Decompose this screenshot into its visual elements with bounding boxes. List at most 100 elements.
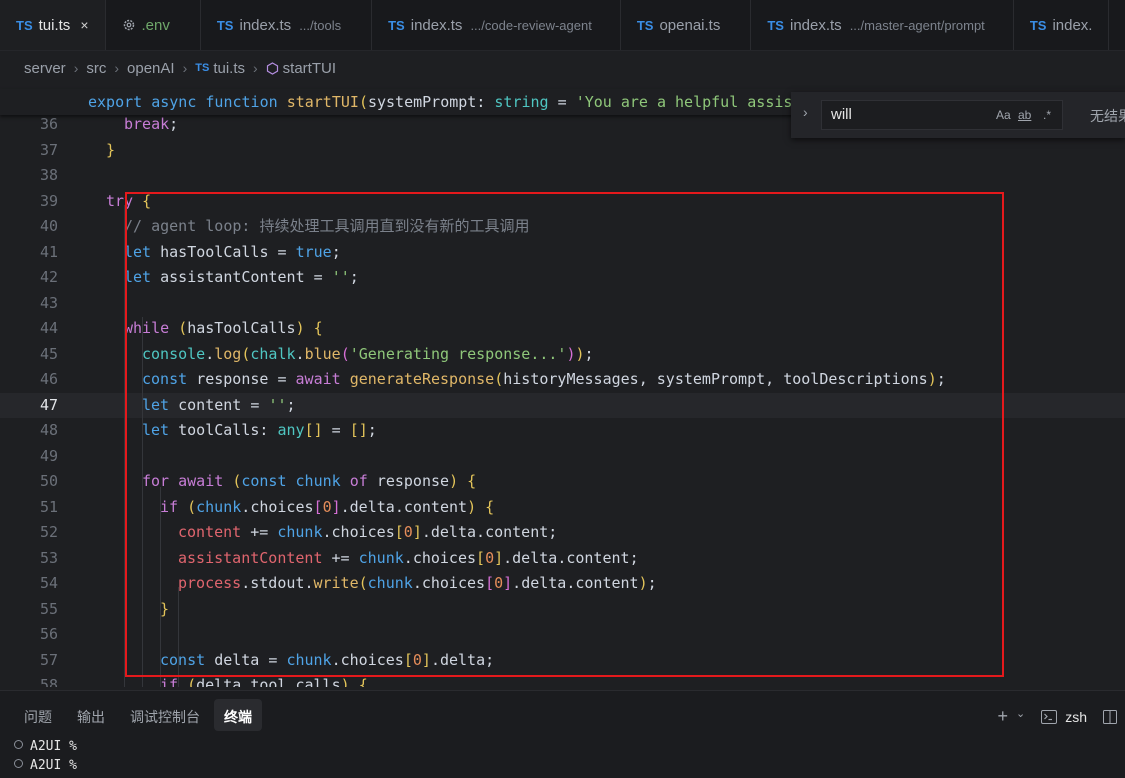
code-token: { — [358, 676, 368, 687]
add-terminal-icon[interactable]: + — [997, 706, 1008, 727]
line-number: 40 — [39, 217, 58, 235]
chevron-down-icon[interactable]: ⌄ — [1016, 707, 1025, 720]
line-number: 50 — [39, 472, 58, 490]
breadcrumb-item-server[interactable]: server — [24, 60, 66, 77]
code-token: ) — [340, 676, 350, 687]
line-number: 53 — [39, 548, 58, 567]
code-token: if — [160, 676, 179, 687]
match-case-icon[interactable]: Aa — [996, 108, 1011, 122]
tab-debug-console[interactable]: 调试控制台 — [130, 707, 200, 727]
line-number: 57 — [39, 650, 58, 669]
bracket: ( — [358, 93, 368, 111]
code-text: } — [106, 138, 115, 164]
line-number: 44 — [39, 319, 58, 337]
line-number: 46 — [39, 370, 58, 388]
breadcrumb-item-openai[interactable]: openAI — [127, 60, 175, 77]
typescript-file-icon: TS — [388, 17, 405, 33]
tab-label: index.ts — [239, 16, 292, 34]
shell-name[interactable]: zsh — [1065, 709, 1087, 725]
method-symbol-icon — [266, 61, 278, 75]
tab-index-master-agent-prompt[interactable]: TS index.ts .../master-agent/prompt — [751, 0, 1014, 50]
code-token: delta — [196, 676, 242, 687]
typescript-file-icon: TS — [16, 17, 33, 33]
gear-icon — [123, 19, 134, 31]
highlight-box — [125, 192, 1004, 677]
code-line[interactable]: 38 — [0, 163, 1125, 189]
line-number: 43 — [39, 293, 58, 312]
breadcrumb-item-symbol[interactable]: startTUI — [283, 60, 336, 77]
line-number: 52 — [39, 523, 58, 541]
tab-label: openai.ts — [659, 16, 721, 34]
regex-icon[interactable]: .* — [1043, 108, 1051, 122]
keyword: async — [151, 93, 197, 111]
terminal-icon — [1041, 709, 1058, 724]
line-number: 42 — [39, 268, 58, 286]
tab-label: index.ts — [789, 16, 842, 34]
chevron-right-icon: › — [114, 60, 120, 76]
line-number: 37 — [39, 140, 58, 159]
circle-icon — [14, 759, 23, 768]
parameter: systemPrompt — [367, 93, 477, 111]
breadcrumb-item-file[interactable]: tui.ts — [213, 60, 245, 77]
colon: : — [476, 93, 486, 111]
circle-icon — [14, 740, 23, 749]
code-token: break — [124, 117, 170, 133]
string: 'You are a helpful assis — [575, 93, 793, 111]
code-token: ( — [187, 676, 197, 687]
find-result-count: 无结果 — [1090, 108, 1125, 124]
typescript-file-icon: TS — [636, 17, 654, 33]
tab-output[interactable]: 输出 — [77, 707, 105, 727]
line-number: 55 — [39, 599, 58, 618]
line-number: 58 — [39, 676, 58, 687]
chevron-right-icon: › — [182, 60, 188, 76]
tab-openai-ts[interactable]: TS openai.ts — [621, 0, 752, 50]
bottom-panel: 问题 输出 调试控制台 终端 + ⌄ zsh A2UI % A2UI % — [0, 690, 1125, 778]
terminal-prompt: A2UI % — [30, 739, 77, 754]
tab-index-code-review-agent[interactable]: TS index.ts .../code-review-agent — [372, 0, 621, 50]
tab-tui-ts[interactable]: TS tui.ts × — [0, 0, 106, 50]
find-widget: › will Aa ab .* 无结果 — [791, 92, 1125, 138]
typescript-file-icon: TS — [1029, 17, 1047, 33]
code-line[interactable]: 37} — [0, 138, 1125, 164]
terminal-line: A2UI % — [14, 739, 77, 754]
tab-path: .../tools — [299, 17, 342, 33]
breadcrumb: server › src › openAI › TS tui.ts › star… — [24, 58, 336, 78]
terminal-line: A2UI % — [14, 758, 77, 773]
tab-path: .../code-review-agent — [470, 17, 592, 33]
tab-index-truncated[interactable]: TS index. — [1014, 0, 1110, 50]
typescript-file-icon: TS — [216, 17, 234, 33]
keyword: function — [205, 93, 278, 111]
code-token: tool_calls — [250, 676, 341, 687]
line-number: 47 — [39, 395, 58, 414]
line-number: 49 — [39, 446, 58, 465]
line-number: 56 — [39, 625, 58, 643]
find-input[interactable]: will Aa ab .* — [821, 100, 1063, 130]
operator: = — [548, 93, 576, 111]
whole-word-icon[interactable]: ab — [1018, 108, 1031, 122]
tab-index-tools[interactable]: TS index.ts .../tools — [201, 0, 373, 50]
find-input-value[interactable]: will — [831, 106, 852, 123]
tab-label: tui.ts — [38, 16, 71, 34]
code-token: } — [106, 140, 116, 159]
type: string — [494, 93, 549, 111]
line-number: 48 — [39, 421, 58, 439]
code-token: . — [241, 676, 251, 687]
panel-actions: + ⌄ zsh — [997, 706, 1117, 727]
line-number: 36 — [39, 117, 58, 133]
close-icon[interactable]: × — [80, 17, 88, 33]
typescript-file-icon: TS — [767, 17, 784, 33]
tab-problems[interactable]: 问题 — [24, 707, 52, 727]
chevron-right-icon: › — [73, 60, 79, 76]
line-number: 38 — [39, 166, 58, 184]
toggle-replace-icon[interactable]: › — [803, 104, 808, 120]
tab-label: .env — [141, 16, 170, 34]
split-terminal-icon[interactable] — [1103, 709, 1117, 724]
tab-env[interactable]: .env — [106, 0, 201, 50]
breadcrumb-item-src[interactable]: src — [86, 60, 106, 77]
line-number: 41 — [39, 242, 58, 261]
tab-terminal[interactable]: 终端 — [224, 707, 252, 727]
keyword: export — [88, 93, 143, 111]
tab-label: index.ts — [410, 16, 463, 34]
